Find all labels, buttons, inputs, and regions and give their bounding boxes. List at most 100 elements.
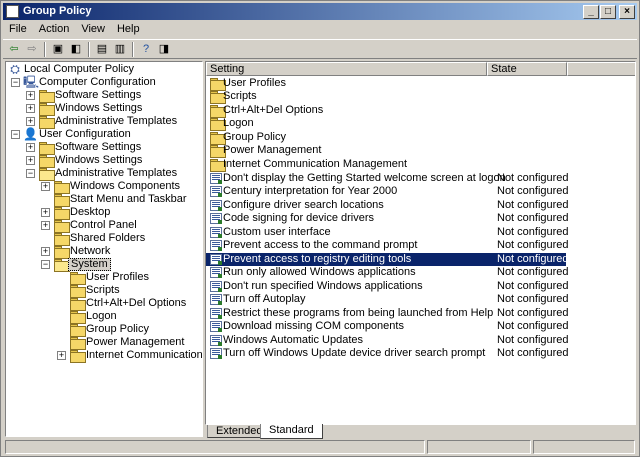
- list-item-setting[interactable]: Configure driver search locations Not con…: [206, 199, 569, 212]
- list-item-setting[interactable]: Download missing COM components Not confi…: [206, 320, 569, 333]
- list-item-setting[interactable]: Code signing for device drivers Not confi…: [206, 212, 569, 225]
- details-pane[interactable]: Setting State User Profiles Scripts Ctrl…: [205, 61, 636, 425]
- folder-icon: [39, 142, 55, 155]
- collapse-icon[interactable]: −: [26, 169, 35, 178]
- tree-node-windows-components[interactable]: + Windows Components: [6, 180, 202, 194]
- export-list-icon[interactable]: ▥: [112, 42, 128, 57]
- tree-node-user-configuration[interactable]: − 👤 User Configuration: [6, 128, 202, 141]
- help-icon[interactable]: ?: [138, 42, 154, 57]
- up-one-level-icon[interactable]: ▣: [50, 42, 66, 57]
- tree-node-scripts[interactable]: Scripts: [6, 284, 202, 298]
- list-item-setting[interactable]: Turn off Windows Update device driver se…: [206, 347, 569, 360]
- tree-node-ctrl-alt-del-options[interactable]: Ctrl+Alt+Del Options: [6, 297, 202, 311]
- expand-icon[interactable]: +: [26, 91, 35, 100]
- list-item-setting-selected[interactable]: Prevent access to registry editing tools…: [206, 253, 569, 266]
- folder-icon: [39, 155, 55, 168]
- policy-setting-icon: [210, 267, 222, 278]
- list-item-setting[interactable]: Century interpretation for Year 2000 Not …: [206, 185, 569, 198]
- list-item-setting[interactable]: Prevent access to the command prompt Not …: [206, 239, 569, 252]
- title-bar[interactable]: Group Policy _ □ ×: [3, 3, 637, 20]
- list-item-setting[interactable]: Turn off Autoplay Not configured: [206, 293, 569, 306]
- folder-icon: [54, 233, 70, 246]
- expand-icon[interactable]: +: [41, 182, 50, 191]
- tree-node-software-settings[interactable]: + Software Settings: [6, 89, 202, 103]
- tree-node-windows-settings[interactable]: + Windows Settings: [6, 154, 202, 168]
- expand-icon[interactable]: +: [26, 156, 35, 165]
- menu-help[interactable]: Help: [111, 21, 146, 37]
- open-folder-icon: [54, 259, 70, 272]
- policy-setting-icon: [210, 173, 222, 184]
- show-hide-action-pane-icon[interactable]: ◨: [156, 42, 172, 57]
- maximize-button[interactable]: □: [600, 5, 616, 19]
- menu-file[interactable]: File: [3, 21, 33, 37]
- collapse-icon[interactable]: −: [11, 130, 20, 139]
- list-item-folder[interactable]: Ctrl+Alt+Del Options: [206, 104, 566, 118]
- show-hide-tree-icon[interactable]: ◧: [68, 42, 84, 57]
- list-item-folder[interactable]: Internet Communication Management: [206, 158, 566, 172]
- folder-icon: [54, 181, 70, 194]
- list-item-folder[interactable]: User Profiles: [206, 77, 566, 91]
- expand-icon[interactable]: +: [41, 247, 50, 256]
- tree-node-group-policy[interactable]: Group Policy: [6, 323, 202, 337]
- folder-icon: [39, 90, 55, 103]
- expand-icon[interactable]: +: [26, 143, 35, 152]
- folder-icon: [70, 272, 86, 285]
- status-bar: [3, 439, 637, 455]
- tab-standard[interactable]: Standard: [260, 424, 323, 439]
- collapse-icon[interactable]: −: [41, 260, 50, 269]
- folder-icon: [70, 285, 86, 298]
- tree-node-shared-folders[interactable]: Shared Folders: [6, 232, 202, 246]
- menu-action[interactable]: Action: [33, 21, 76, 37]
- tree-node-control-panel[interactable]: + Control Panel: [6, 219, 202, 233]
- list-item-setting[interactable]: Restrict these programs from being launc…: [206, 307, 569, 320]
- list-item-setting[interactable]: Windows Automatic Updates Not configured: [206, 334, 569, 347]
- tree-node-user-profiles[interactable]: User Profiles: [6, 271, 202, 285]
- properties-icon[interactable]: ▤: [94, 42, 110, 57]
- tree-node-administrative-templates[interactable]: − Administrative Templates: [6, 167, 202, 181]
- expand-icon[interactable]: +: [26, 117, 35, 126]
- tree-node-computer-configuration[interactable]: − 🖳 Computer Configuration: [6, 76, 202, 89]
- folder-icon: [210, 78, 226, 91]
- list-item-folder[interactable]: Power Management: [206, 144, 566, 158]
- tree-node-internet-communication-management[interactable]: + Internet Communication Mana: [6, 349, 202, 363]
- menu-view[interactable]: View: [75, 21, 111, 37]
- minimize-button[interactable]: _: [583, 5, 599, 19]
- folder-icon: [210, 91, 226, 104]
- tree-node-logon[interactable]: Logon: [6, 310, 202, 324]
- status-cell-main: [5, 440, 425, 454]
- policy-setting-icon: [210, 308, 222, 319]
- list-item-setting[interactable]: Run only allowed Windows applications Not…: [206, 266, 569, 279]
- folder-icon: [54, 194, 70, 207]
- folder-icon: [210, 159, 226, 172]
- collapse-icon[interactable]: −: [11, 78, 20, 87]
- tree-node-windows-settings[interactable]: + Windows Settings: [6, 102, 202, 116]
- tree-node-start-menu-and-taskbar[interactable]: Start Menu and Taskbar: [6, 193, 202, 207]
- list-item-folder[interactable]: Group Policy: [206, 131, 566, 145]
- tree-node-network[interactable]: + Network: [6, 245, 202, 259]
- tree-node-system[interactable]: − System: [6, 258, 202, 272]
- expand-icon[interactable]: +: [57, 351, 66, 360]
- close-button[interactable]: ×: [619, 5, 635, 19]
- expand-icon[interactable]: +: [41, 208, 50, 217]
- list-item-setting[interactable]: Custom user interface Not configured: [206, 226, 569, 239]
- folder-icon: [39, 116, 55, 129]
- list-item-folder[interactable]: Scripts: [206, 90, 566, 104]
- list-item-setting[interactable]: Don't display the Getting Started welcom…: [206, 172, 569, 185]
- list-item-folder[interactable]: Logon: [206, 117, 566, 131]
- console-tree[interactable]: ⛭ Local Computer Policy − 🖳 Computer Con…: [5, 61, 203, 437]
- folder-icon: [54, 246, 70, 259]
- toolbar-separator: [88, 42, 90, 57]
- column-header-setting[interactable]: Setting: [206, 62, 487, 76]
- expand-icon[interactable]: +: [26, 104, 35, 113]
- column-header-state[interactable]: State: [487, 62, 567, 76]
- tree-node-software-settings[interactable]: + Software Settings: [6, 141, 202, 155]
- back-icon[interactable]: ⇦: [6, 42, 22, 57]
- policy-setting-icon: [210, 281, 222, 292]
- list-item-setting[interactable]: Don't run specified Windows applications…: [206, 280, 569, 293]
- folder-icon: [70, 337, 86, 350]
- tree-node-desktop[interactable]: + Desktop: [6, 206, 202, 220]
- tree-node-power-management[interactable]: Power Management: [6, 336, 202, 350]
- forward-icon[interactable]: ⇨: [24, 42, 40, 57]
- expand-icon[interactable]: +: [41, 221, 50, 230]
- user-icon: 👤: [23, 127, 38, 141]
